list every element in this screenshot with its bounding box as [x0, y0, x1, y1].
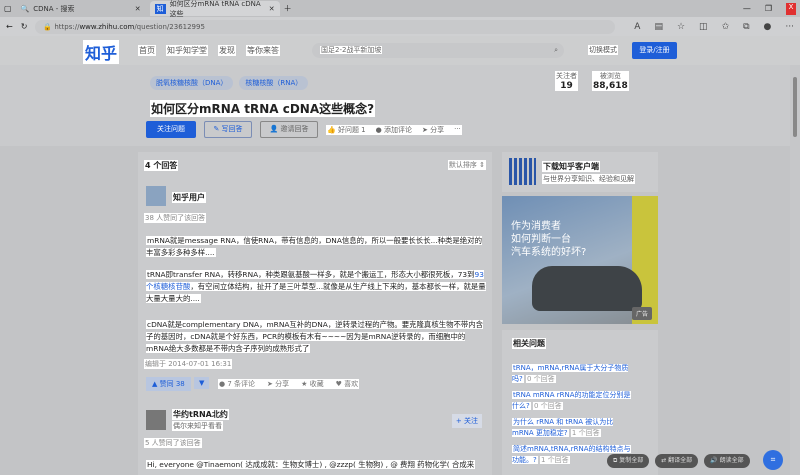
follow-question-button[interactable]: 关注问题: [146, 121, 196, 138]
lock-icon: 🔒: [43, 22, 55, 31]
nav-waiting[interactable]: 等你来答: [246, 45, 280, 56]
login-button[interactable]: 登录/注册: [632, 42, 677, 59]
reader-icon[interactable]: ▤: [654, 22, 663, 32]
views-stat: 被浏览 88,618: [592, 71, 629, 91]
author-name[interactable]: 知乎用户: [172, 192, 206, 203]
close-window-icon[interactable]: X: [786, 2, 796, 15]
tab-zhihu[interactable]: 知如何区分mRNA tRNA cDNA这些 ✕: [149, 0, 280, 18]
add-comment-button[interactable]: ● 添加评论: [376, 125, 412, 135]
avatar[interactable]: [146, 186, 166, 206]
question-header: 脱氧核糖核酸（DNA） 核糖核酸（RNA） 如何区分mRNA tRNA cDNA这…: [0, 65, 790, 146]
answer-paragraph: cDNA就是complementary DNA，mRNA互补的DNA，逆转录过程…: [146, 320, 484, 353]
more-button[interactable]: ···: [454, 125, 461, 135]
collect-button[interactable]: ★ 收藏: [301, 379, 324, 389]
zhihu-favicon-icon: 知: [154, 3, 166, 14]
close-tab-icon[interactable]: ✕: [135, 5, 141, 13]
car-image: [532, 266, 642, 311]
author-name[interactable]: 华约tRNA北约: [172, 409, 229, 420]
address-bar-row: ← ↻ 🔒 https://www.zhihu.com/question/236…: [0, 17, 800, 36]
search-icon[interactable]: ⌕: [554, 43, 558, 58]
related-question[interactable]: 为什么 rRNA 和 tRNA 被认为比 mRNA 更加稳定? 1 个回答: [512, 417, 632, 439]
answer-list: 4 个回答 默认排序 ⇕ 知乎用户 38 人赞同了该回答 mRNA就是messa…: [138, 152, 492, 475]
search-input[interactable]: 国足2-2战平新加坡 ⌕: [312, 43, 564, 58]
more-icon[interactable]: ···: [785, 22, 794, 32]
ad-label: 广告: [631, 307, 652, 320]
topic-tag[interactable]: 脱氧核糖核酸（DNA）: [150, 76, 234, 90]
zhihu-logo[interactable]: 知乎: [83, 40, 120, 64]
avatar[interactable]: [146, 410, 166, 430]
ad-banner[interactable]: 作为消费者 如何判断一台 汽车系统的好坏? 广告: [502, 196, 658, 324]
favorites-icon[interactable]: ✩: [722, 22, 730, 32]
collections-icon[interactable]: ⧉: [743, 22, 749, 32]
url-input[interactable]: 🔒 https://www.zhihu.com/question/2361299…: [35, 19, 616, 34]
follow-author-button[interactable]: + 关注: [451, 414, 482, 428]
refresh-icon[interactable]: ↻: [21, 22, 28, 31]
invite-icon: 👤: [269, 125, 281, 133]
author-bio: 偶尔来知乎看看: [172, 421, 223, 431]
nav-school[interactable]: 知乎知学堂: [166, 45, 208, 56]
minimize-icon[interactable]: —: [743, 4, 751, 13]
read-aloud-icon[interactable]: A: [634, 22, 640, 32]
good-question-button[interactable]: 👍 好问题 1: [327, 125, 366, 135]
nav-discover[interactable]: 发现: [218, 45, 236, 56]
related-question[interactable]: tRNA mRNA rRNA的功能定位分别是什么? 0 个回答: [512, 390, 632, 412]
split-icon[interactable]: ◫: [699, 22, 708, 32]
tab-bar: ▢ 🔍 CDNA - 搜索 ✕ 知如何区分mRNA tRNA cDNA这些 ✕ ＋ —…: [0, 0, 800, 18]
downvote-button[interactable]: ▼: [194, 377, 210, 389]
nav-home[interactable]: 首页: [138, 45, 156, 56]
tab-search[interactable]: 🔍 CDNA - 搜索 ✕: [16, 1, 146, 16]
invite-answer-button[interactable]: 👤 邀请回答: [260, 121, 318, 138]
restore-icon[interactable]: ❐: [765, 4, 772, 13]
new-tab-icon[interactable]: ＋: [284, 3, 292, 14]
vote-summary: 5 人赞同了该回答: [144, 438, 202, 448]
read-all-button[interactable]: 🔊 朗读全部: [704, 454, 750, 468]
write-answer-button[interactable]: ✎ 写回答: [204, 121, 252, 138]
upvote-button[interactable]: ▲ 赞同 38: [146, 377, 191, 391]
followers-stat: 关注者 19: [555, 71, 578, 91]
question-title: 如何区分mRNA tRNA cDNA这些概念?: [150, 100, 376, 117]
search-icon: 🔍: [20, 4, 30, 13]
qr-code-icon: [509, 158, 536, 185]
sort-select[interactable]: 默认排序 ⇕: [447, 160, 486, 170]
download-app-card[interactable]: 下载知乎客户端 与世界分享知识、经验和见解: [502, 152, 658, 192]
related-question[interactable]: tRNA，mRNA,rRNA属于大分子物质吗? 0 个回答: [512, 363, 632, 385]
back-icon[interactable]: ←: [6, 22, 13, 31]
like-button[interactable]: ♥ 喜欢: [336, 379, 359, 389]
scrollbar[interactable]: [790, 65, 800, 475]
close-tab-icon[interactable]: ✕: [269, 5, 275, 13]
copy-all-button[interactable]: ⧉ 复制全部: [607, 454, 650, 468]
comments-button[interactable]: ● 7 条评论: [219, 379, 255, 389]
tab-actions-icon[interactable]: ▢: [4, 4, 12, 13]
answer-paragraph: mRNA就是message RNA，信使RNA，带有信息的，DNA信息的，所以一…: [146, 236, 482, 257]
translate-all-button[interactable]: ⇄ 翻译全部: [655, 454, 699, 468]
answer-paragraph: tRNA即transfer RNA，转移RNA，种类跟氨基酸一样多，就是个搬运工…: [146, 270, 486, 303]
share-button[interactable]: ➤ 分享: [267, 379, 289, 389]
switch-mode-button[interactable]: 切换模式: [588, 45, 618, 55]
vote-summary: 38 人赞同了该回答: [144, 213, 207, 223]
site-header: 知乎 首页 知乎知学堂 发现 等你来答 国足2-2战平新加坡 ⌕ 切换模式 登录/注册: [0, 36, 800, 65]
edit-time: 编辑于 2014-07-01 16:31: [144, 359, 233, 369]
profile-icon[interactable]: ●: [764, 22, 772, 32]
text-recognition-icon[interactable]: ⌗: [763, 450, 783, 470]
favorite-icon[interactable]: ☆: [677, 22, 685, 32]
answer-count: 4 个回答: [144, 160, 179, 171]
answer-paragraph: Hi, everyone @Tinaemon( 达成成就：生物女博士) , @z…: [146, 460, 476, 469]
share-button[interactable]: ➤ 分享: [422, 125, 444, 135]
pencil-icon: ✎: [213, 125, 222, 133]
topic-tag[interactable]: 核糖核酸（RNA）: [239, 76, 309, 90]
